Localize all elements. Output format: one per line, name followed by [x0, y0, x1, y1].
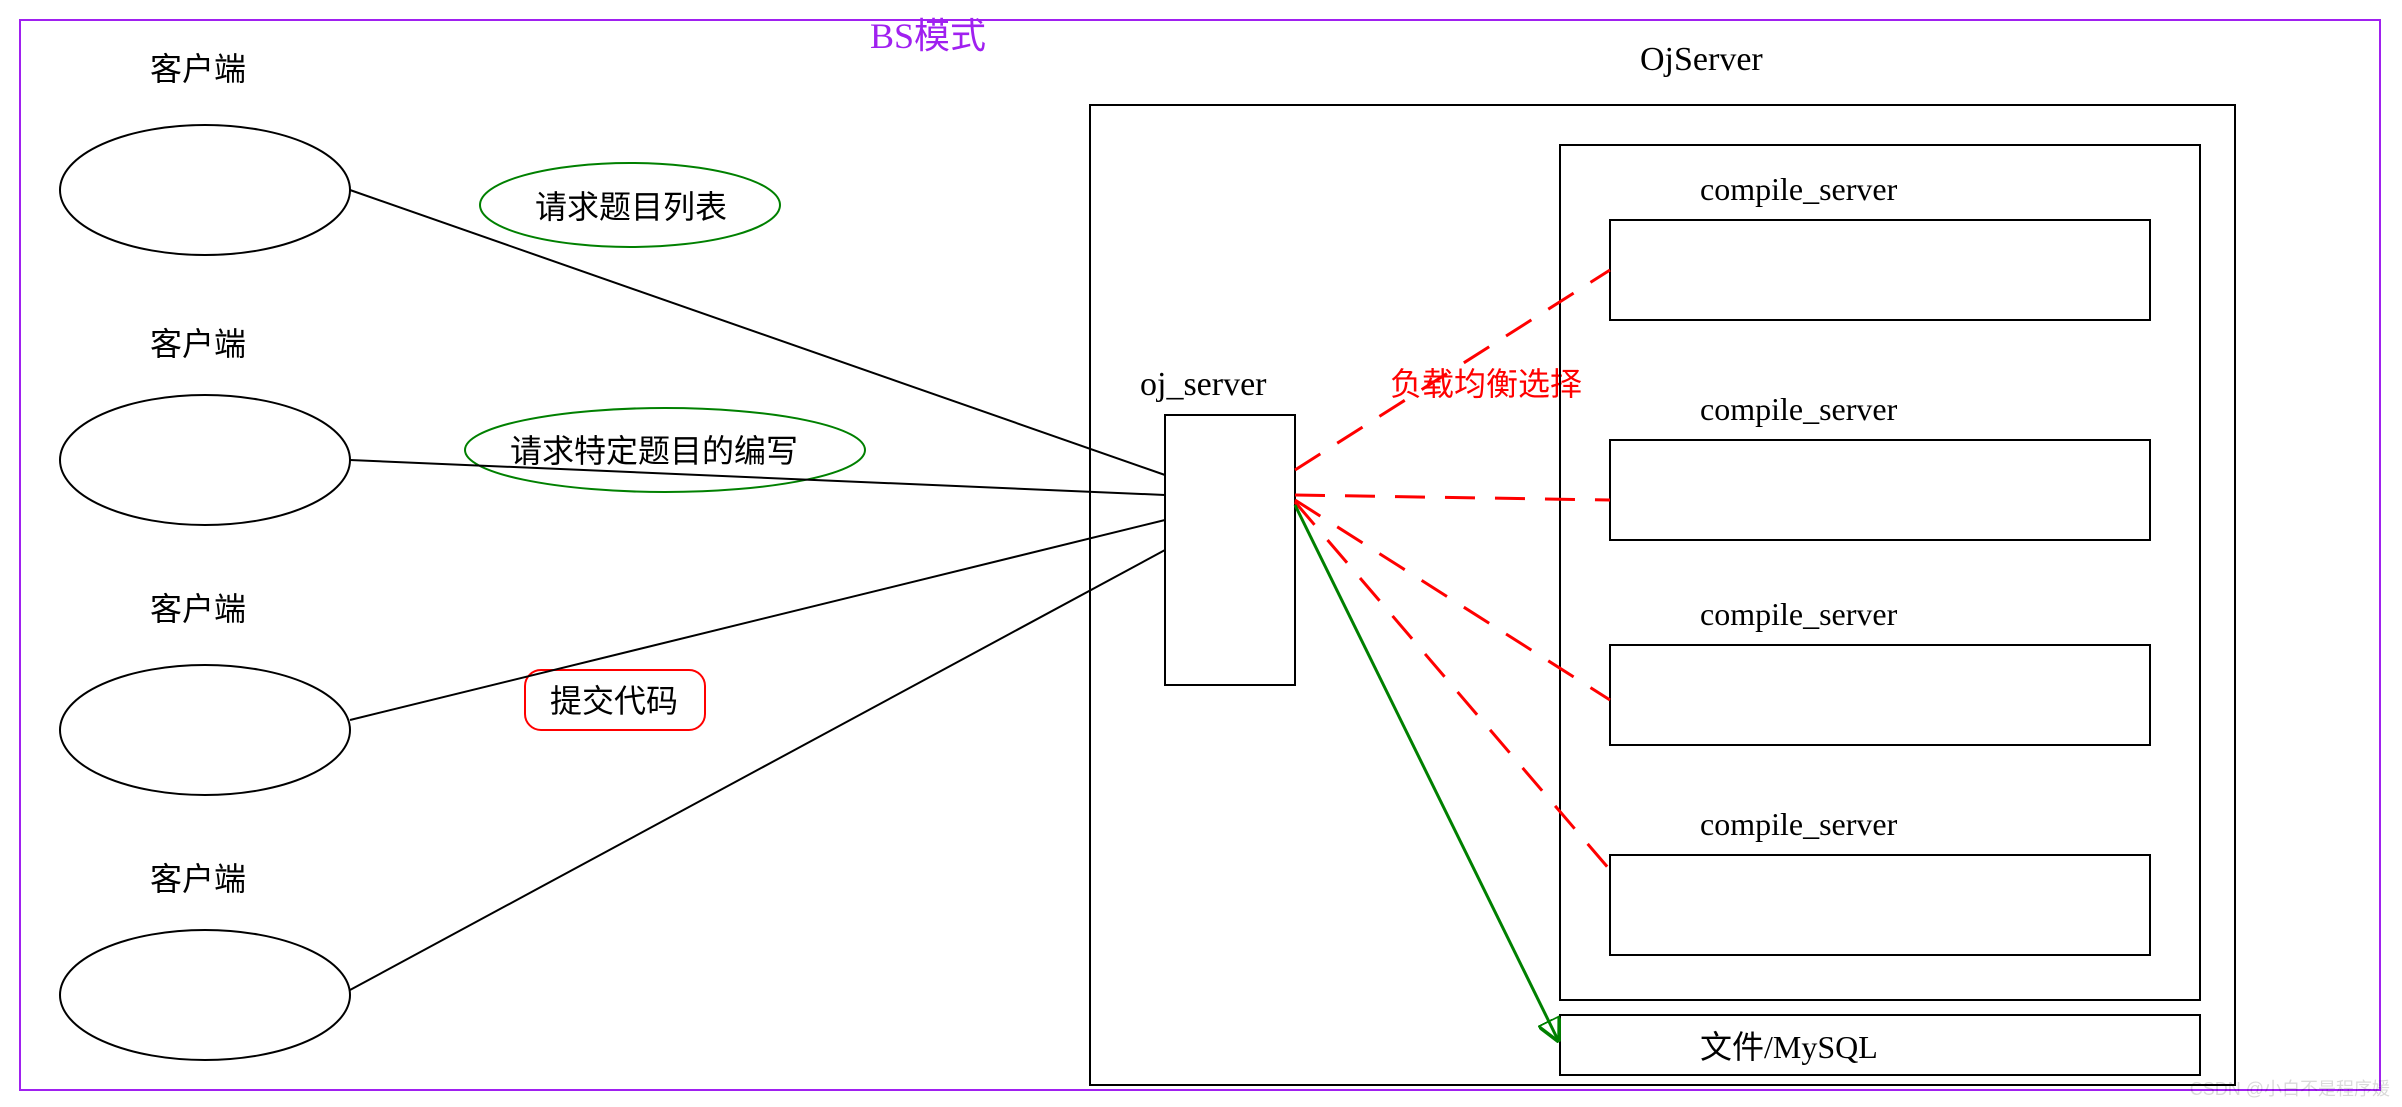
load-balance-label: 负载均衡选择 [1390, 366, 1582, 402]
ojserver-group-label: OjServer [1640, 41, 1763, 78]
line-oj-compile2 [1295, 495, 1610, 500]
client-4-label: 客户端 [150, 861, 246, 897]
compile-1-label: compile_server [1700, 171, 1898, 207]
compile-3-label: compile_server [1700, 596, 1898, 632]
storage-box [1560, 1015, 2200, 1075]
line-client4-oj [350, 550, 1165, 990]
diagram-canvas: BS模式 客户端 客户端 客户端 客户端 请求题目列表 请求特定题目的编写 提交… [0, 0, 2402, 1107]
compile-4-box [1610, 855, 2150, 955]
oj-server-label: oj_server [1140, 366, 1267, 403]
submit-code-label: 提交代码 [550, 683, 678, 719]
client-4-ellipse [60, 930, 350, 1060]
line-oj-compile4 [1295, 502, 1610, 870]
storage-label: 文件/MySQL [1700, 1029, 1878, 1065]
compile-1-box [1610, 220, 2150, 320]
oj-server-box [1165, 415, 1295, 685]
ojserver-group-box [1090, 105, 2235, 1085]
client-3-ellipse [60, 665, 350, 795]
client-2-label: 客户端 [150, 326, 246, 362]
compile-3-box [1610, 645, 2150, 745]
compile-2-box [1610, 440, 2150, 540]
client-3-label: 客户端 [150, 591, 246, 627]
client-1-label: 客户端 [150, 51, 246, 87]
compile-cluster-box [1560, 145, 2200, 1000]
request-list-label: 请求题目列表 [535, 189, 727, 225]
client-1-ellipse [60, 125, 350, 255]
compile-2-label: compile_server [1700, 391, 1898, 427]
client-2-ellipse [60, 395, 350, 525]
line-client3-oj [350, 520, 1165, 720]
outer-frame [20, 20, 2380, 1090]
compile-4-label: compile_server [1700, 806, 1898, 842]
title-label: BS模式 [870, 16, 986, 56]
request-detail-label: 请求特定题目的编写 [510, 433, 798, 469]
watermark: CSDN @小白不是程序媛 [2190, 1075, 2390, 1101]
